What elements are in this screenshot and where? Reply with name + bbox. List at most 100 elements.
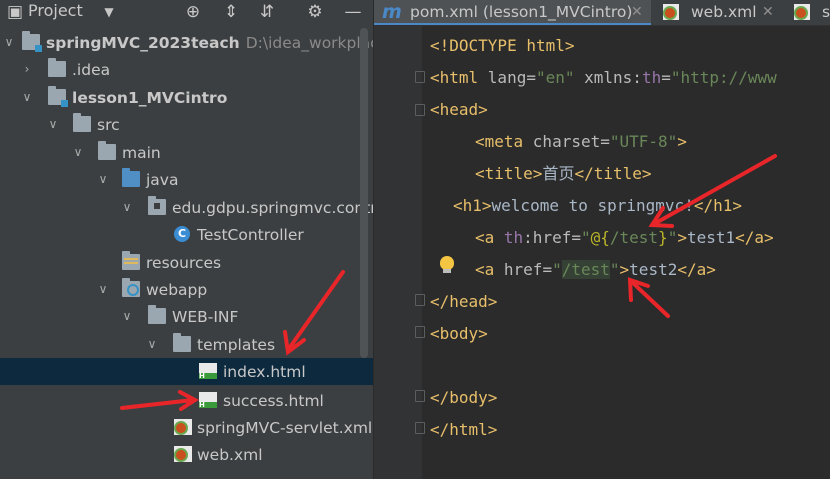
package-icon xyxy=(148,196,166,215)
code-token: </body> xyxy=(430,388,498,407)
tree-item-index-html[interactable]: index.html xyxy=(0,358,373,385)
tree-item-java[interactable]: ∨ java xyxy=(0,166,373,193)
tree-item-label: edu.gdpu.springmvc.contro xyxy=(172,199,373,217)
fold-marker-icon[interactable] xyxy=(415,104,425,116)
code-token: </a> xyxy=(735,228,774,247)
chevron-down-icon[interactable]: ∨ xyxy=(120,197,134,217)
tab-pom-xml[interactable]: m pom.xml (lesson1_MVCintro) ✕ xyxy=(374,0,651,25)
tab-web-xml[interactable]: web.xml ✕ xyxy=(655,0,783,25)
chevron-down-icon[interactable]: ∨ xyxy=(2,32,16,52)
tree-item-main[interactable]: ∨ main xyxy=(0,139,373,166)
code-line-4[interactable]: <meta charset="UTF-8"> xyxy=(475,130,687,154)
java-class-icon: C xyxy=(174,226,190,242)
code-token: <title> xyxy=(475,164,543,183)
code-line-9[interactable]: </head> xyxy=(430,290,497,314)
code-token: "en" xyxy=(535,68,575,87)
code-token: @{ xyxy=(590,228,610,247)
code-token: " xyxy=(667,228,678,247)
code-token: /test xyxy=(609,228,659,247)
chevron-down-icon[interactable]: ∨ xyxy=(96,169,110,189)
tree-item-resources[interactable]: resources xyxy=(0,249,373,276)
project-scrollbar[interactable] xyxy=(360,28,368,358)
tree-item-springmvc-servlet-xml[interactable]: springMVC-servlet.xml xyxy=(0,414,373,441)
chevron-down-icon[interactable]: ∨ xyxy=(20,87,34,107)
code-line-7[interactable]: <a th:href="@{/test}">test1</a> xyxy=(475,226,774,250)
tree-item-project-root[interactable]: ∨ springMVC_2023teachD:\idea_workplace\s xyxy=(0,29,373,56)
fold-marker-icon[interactable] xyxy=(415,294,425,306)
tree-item-webapp[interactable]: ∨ webapp xyxy=(0,276,373,303)
code-token: > xyxy=(619,260,630,279)
code-token: href= xyxy=(503,260,553,279)
project-view-icon[interactable]: ▣ xyxy=(4,0,26,24)
project-view-selector[interactable]: Project xyxy=(28,0,83,24)
code-token: " xyxy=(580,228,591,247)
fold-marker-icon[interactable] xyxy=(415,390,425,402)
lightbulb-icon[interactable] xyxy=(440,256,454,273)
locate-file-icon[interactable]: ⊕ xyxy=(182,0,204,24)
hide-panel-icon[interactable]: — xyxy=(342,0,364,24)
code-token: <html xyxy=(430,68,488,87)
fold-marker-icon[interactable] xyxy=(415,326,425,338)
code-token: xmlns: xyxy=(574,68,642,87)
code-line-13[interactable]: </html> xyxy=(430,418,497,442)
code-line-6[interactable]: <h1>welcome to springmvc!</h1> xyxy=(453,194,742,218)
chevron-down-icon[interactable]: ∨ xyxy=(46,114,60,134)
code-token: <h1> xyxy=(453,196,492,215)
tree-item-web-xml[interactable]: web.xml xyxy=(0,441,373,468)
code-line-12[interactable]: </body> xyxy=(430,386,497,410)
code-token: </head> xyxy=(430,292,498,311)
chevron-down-icon[interactable]: ∨ xyxy=(71,142,85,162)
tree-item-label: webapp xyxy=(146,281,208,299)
chevron-right-icon[interactable]: › xyxy=(20,59,34,79)
chevron-down-icon[interactable]: ∨ xyxy=(120,306,134,326)
code-token: > xyxy=(677,228,687,247)
tree-item-lesson1-module[interactable]: ∨ lesson1_MVCintro xyxy=(0,84,373,111)
code-line-5[interactable]: <title>首页</title> xyxy=(475,162,652,186)
code-token: <!DOCTYPE xyxy=(430,36,527,55)
code-line-8[interactable]: <a href="/test">test2</a> xyxy=(475,258,716,282)
code-token: </title> xyxy=(574,164,652,183)
close-icon[interactable]: ✕ xyxy=(762,0,774,24)
collapse-all-icon[interactable]: ⇵ xyxy=(257,0,277,24)
chevron-down-icon[interactable]: ∨ xyxy=(96,279,110,299)
code-line-1[interactable]: <!DOCTYPE html> xyxy=(430,34,575,58)
tree-item-web-inf[interactable]: ∨ WEB-INF xyxy=(0,303,373,330)
folder-icon xyxy=(148,305,166,324)
tree-item-success-html[interactable]: success.html xyxy=(0,387,373,414)
chevron-down-icon[interactable]: ▼ xyxy=(100,0,118,24)
expand-all-icon[interactable]: ⇕ xyxy=(221,0,241,24)
tree-item-idea[interactable]: › .idea xyxy=(0,56,373,83)
code-token: = xyxy=(661,68,671,87)
code-token: <head> xyxy=(430,100,488,119)
chevron-down-icon[interactable]: ∨ xyxy=(145,334,159,354)
web-folder-icon xyxy=(122,278,140,297)
code-token: th xyxy=(641,68,662,87)
fold-marker-icon[interactable] xyxy=(415,422,425,434)
editor-gutter[interactable] xyxy=(374,26,425,479)
xml-file-icon xyxy=(794,4,810,20)
code-token: > xyxy=(564,36,575,55)
tree-item-templates[interactable]: ∨ templates xyxy=(0,331,373,358)
module-folder-icon xyxy=(48,86,68,107)
code-token: } xyxy=(658,228,668,247)
tree-item-label: lesson1_MVCintro xyxy=(72,89,228,107)
code-line-3[interactable]: <head> xyxy=(430,98,488,122)
tree-item-label: WEB-INF xyxy=(172,308,239,326)
code-token: welcome to springmvc! xyxy=(491,196,694,215)
code-token: " xyxy=(552,260,562,279)
close-icon[interactable]: ✕ xyxy=(631,0,643,24)
tree-item-package[interactable]: ∨ edu.gdpu.springmvc.contro xyxy=(0,194,373,221)
fold-marker-icon[interactable] xyxy=(415,71,425,83)
module-folder-icon xyxy=(22,31,42,52)
xml-file-icon xyxy=(663,4,679,20)
code-token: "http://www xyxy=(670,68,777,87)
tree-item-src[interactable]: ∨ src xyxy=(0,111,373,138)
code-line-10[interactable]: <body> xyxy=(430,322,488,346)
tree-item-testcontroller[interactable]: C TestController xyxy=(0,221,373,248)
code-token: </html> xyxy=(430,420,498,439)
maven-icon: m xyxy=(382,1,402,23)
tree-item-label: .idea xyxy=(72,61,111,79)
tab-springmvc-servlet[interactable]: sp xyxy=(786,0,830,25)
gear-icon[interactable]: ⚙ xyxy=(304,0,326,24)
code-line-2[interactable]: <html lang="en" xmlns:th="http://www xyxy=(430,66,777,90)
